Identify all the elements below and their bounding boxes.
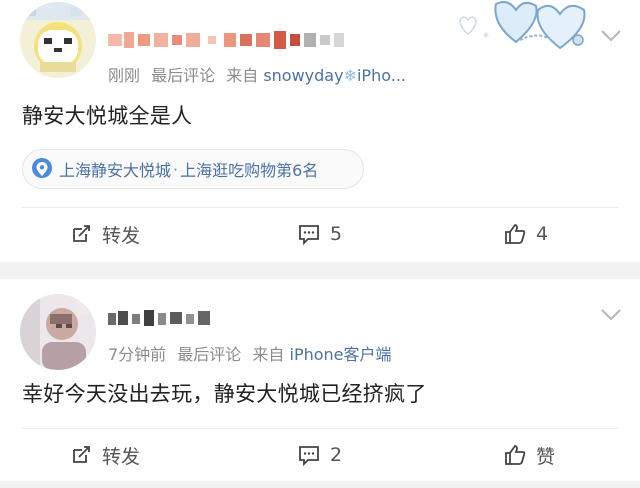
from-label: 来自	[252, 345, 285, 364]
post-content[interactable]: 静安大悦城全是人	[22, 100, 192, 130]
repost-icon	[73, 225, 90, 242]
location-name: 上海静安大悦城	[59, 161, 172, 180]
chevron-down-icon[interactable]	[600, 28, 622, 42]
like-label: 赞	[536, 445, 556, 468]
post-card-1: 刚刚 最后评论 来自 snowyday❄iPho... 静安大悦城全是人 上海静…	[0, 0, 640, 262]
chevron-down-icon[interactable]	[600, 307, 622, 321]
divider	[22, 207, 618, 208]
post-meta: 刚刚 最后评论 来自 snowyday❄iPho...	[108, 62, 406, 86]
comment-icon	[299, 446, 319, 466]
post-time: 7分钟前	[108, 345, 167, 364]
repost-button[interactable]: 转发	[70, 209, 140, 259]
post-meta: 7分钟前 最后评论 来自 iPhone客户端	[108, 341, 392, 365]
action-bar: 转发 2 赞	[0, 430, 640, 480]
avatar[interactable]	[20, 294, 96, 370]
action-bar: 转发 5 4	[0, 209, 640, 259]
divider	[22, 428, 618, 429]
location-pin-icon	[32, 158, 52, 178]
location-chip[interactable]: 上海静安大悦城 · 上海逛吃购物第6名	[22, 149, 364, 189]
decorative-heart-locks-sticker	[450, 0, 600, 52]
comment-button[interactable]: 5	[298, 209, 342, 259]
source-link[interactable]: snowyday❄iPho...	[263, 66, 406, 85]
username-blurred[interactable]	[108, 306, 218, 330]
meta-label: 最后评论	[151, 66, 216, 85]
like-button[interactable]: 4	[504, 209, 548, 259]
meta-label: 最后评论	[177, 345, 242, 364]
comment-icon	[299, 225, 319, 245]
post-time: 刚刚	[108, 66, 141, 85]
repost-label: 转发	[102, 445, 141, 468]
comment-button[interactable]: 2	[298, 430, 342, 480]
repost-label: 转发	[102, 224, 141, 247]
post-content[interactable]: 幸好今天没出去玩，静安大悦城已经挤疯了	[22, 378, 427, 408]
username-blurred[interactable]	[108, 28, 348, 52]
like-button[interactable]: 赞	[504, 430, 555, 480]
repost-button[interactable]: 转发	[70, 430, 140, 480]
thumbs-up-icon	[505, 224, 526, 244]
from-label: 来自	[226, 66, 259, 85]
thumbs-up-icon	[505, 445, 526, 465]
comment-count: 5	[330, 223, 343, 245]
location-rank: 上海逛吃购物第6名	[180, 161, 319, 180]
source-name: snowyday	[263, 66, 344, 85]
avatar[interactable]	[20, 2, 96, 78]
post-card-2: 7分钟前 最后评论 来自 iPhone客户端 幸好今天没出去玩，静安大悦城已经挤…	[0, 279, 640, 481]
location-separator: ·	[173, 159, 179, 179]
source-link[interactable]: iPhone客户端	[290, 345, 392, 364]
source-suffix: iPho...	[356, 66, 406, 85]
feed-separator	[0, 481, 640, 488]
like-count: 4	[536, 223, 549, 245]
comment-count: 2	[330, 444, 343, 466]
snowflake-icon: ❄	[343, 66, 357, 85]
repost-icon	[73, 446, 90, 463]
